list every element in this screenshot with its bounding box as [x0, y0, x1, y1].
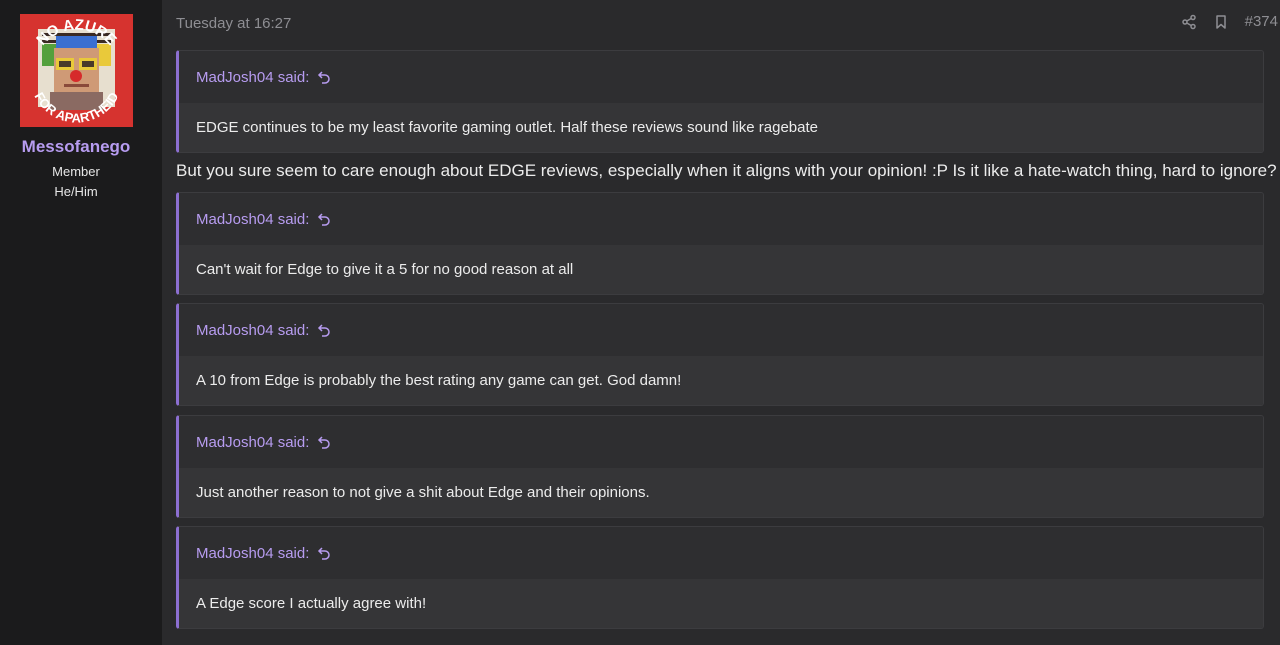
- jump-to-quote-icon[interactable]: [317, 546, 331, 560]
- username[interactable]: Messofanego: [0, 137, 152, 157]
- quote-block: MadJosh04 said: A Edge score I actually …: [176, 526, 1264, 629]
- quote-author-link[interactable]: MadJosh04 said:: [179, 51, 1263, 103]
- jump-to-quote-icon[interactable]: [317, 435, 331, 449]
- quote-block: MadJosh04 said: Can't wait for Edge to g…: [176, 192, 1264, 295]
- quote-author: MadJosh04 said:: [196, 433, 310, 451]
- user-pronouns: He/Him: [54, 184, 98, 199]
- post: Tuesday at 16:27 #374 MadJosh04 said: ED…: [162, 0, 1280, 645]
- share-icon[interactable]: [1181, 14, 1197, 30]
- quote-text: Just another reason to not give a shit a…: [179, 468, 1263, 517]
- quote-text: EDGE continues to be my least favorite g…: [179, 103, 1263, 152]
- post-body-text: But you sure seem to care enough about E…: [176, 161, 1277, 180]
- avatar[interactable]: NO AZURE FOR APARTHEID: [20, 14, 133, 127]
- quote-author: MadJosh04 said:: [196, 321, 310, 339]
- post-actions: #374: [1181, 13, 1280, 30]
- quote-author-link[interactable]: MadJosh04 said:: [179, 416, 1263, 468]
- quote-author: MadJosh04 said:: [196, 544, 310, 562]
- jump-to-quote-icon[interactable]: [317, 323, 331, 337]
- user-sidebar: NO AZURE FOR APARTHEID Messofanego Membe…: [0, 0, 152, 645]
- quote-block: MadJosh04 said: Just another reason to n…: [176, 415, 1264, 518]
- quote-block: MadJosh04 said: A 10 from Edge is probab…: [176, 303, 1264, 406]
- quote-author-link[interactable]: MadJosh04 said:: [179, 527, 1263, 579]
- quote-author: MadJosh04 said:: [196, 68, 310, 86]
- quote-block: MadJosh04 said: EDGE continues to be my …: [176, 50, 1264, 153]
- post-number-link[interactable]: #374: [1245, 13, 1278, 30]
- jump-to-quote-icon[interactable]: [317, 70, 331, 84]
- quote-text: A 10 from Edge is probably the best rati…: [179, 356, 1263, 405]
- quote-text: Can't wait for Edge to give it a 5 for n…: [179, 245, 1263, 294]
- post-timestamp[interactable]: Tuesday at 16:27: [176, 15, 291, 32]
- quote-text: A Edge score I actually agree with!: [179, 579, 1263, 628]
- bookmark-icon[interactable]: [1213, 14, 1229, 30]
- user-title: Member: [52, 164, 100, 179]
- jump-to-quote-icon[interactable]: [317, 212, 331, 226]
- quote-author: MadJosh04 said:: [196, 210, 310, 228]
- quote-author-link[interactable]: MadJosh04 said:: [179, 304, 1263, 356]
- quote-author-link[interactable]: MadJosh04 said:: [179, 193, 1263, 245]
